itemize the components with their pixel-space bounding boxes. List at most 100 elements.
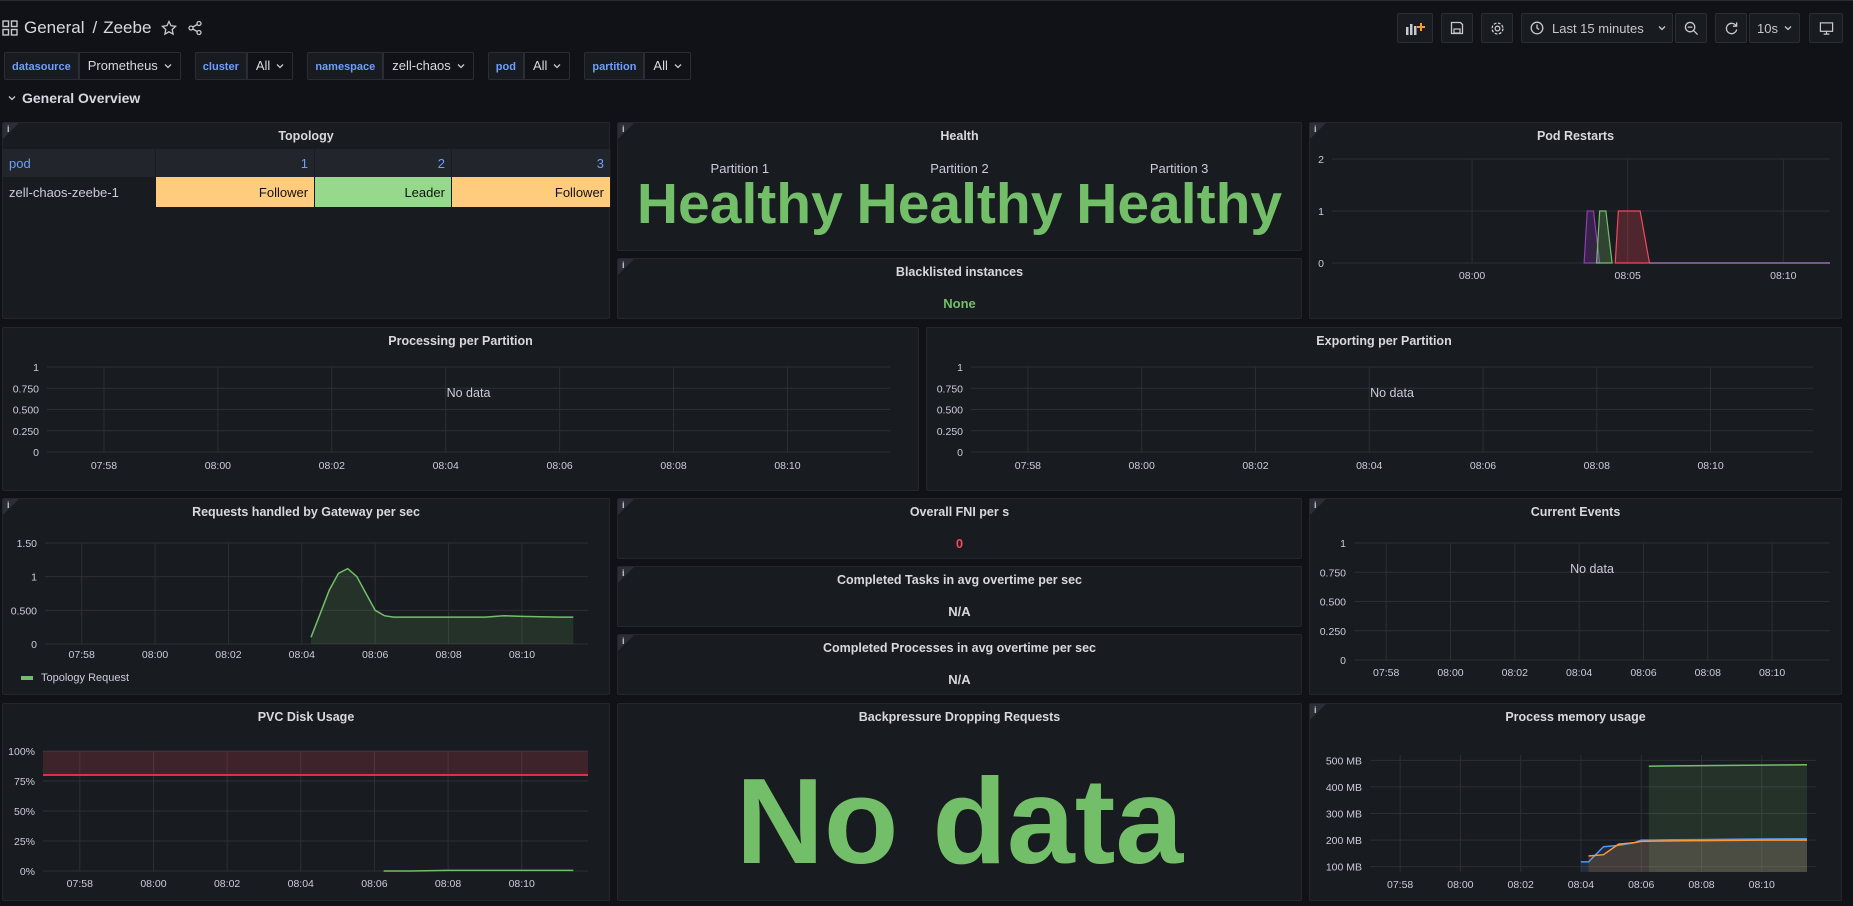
topology-table: pod 1 2 3 zell-chaos-zeebe-1 Follower Le… [3,149,612,207]
refresh-interval-picker[interactable]: 10s [1749,13,1800,43]
x-tick-label: 08:06 [1628,879,1654,891]
y-tick-label: 75% [14,776,35,788]
share-icon[interactable] [187,20,203,36]
y-tick-label: 0.250 [1320,626,1346,638]
zoom-out-button[interactable] [1675,13,1707,43]
series-area [1614,210,1651,264]
tv-mode-button[interactable] [1809,13,1843,43]
y-tick-label: 1 [33,362,39,374]
series-area [311,568,574,644]
panel-title[interactable]: Requests handled by Gateway per sec [3,505,609,519]
column-header[interactable]: pod [3,149,156,177]
x-tick-label: 08:02 [1242,460,1268,472]
breadcrumb-folder[interactable]: General [24,18,84,38]
x-tick-label: 08:00 [140,878,166,890]
column-header[interactable]: 1 [155,149,316,177]
completed-processes-value: N/A [948,672,971,687]
panel-health: i Health Partition 1 Healthy Partition 2… [617,122,1302,251]
process-memory-chart[interactable]: 100 MB 200 MB 300 MB 400 MB 500 MB 07:58 08:00… [1310,728,1841,900]
y-tick-label: 0% [20,866,35,878]
breadcrumb-separator: / [92,18,98,37]
x-tick-label: 08:04 [1566,667,1592,679]
chevron-down-icon [164,64,172,69]
variable-datasource-select[interactable]: Prometheus [78,52,181,80]
panel-title[interactable]: Process memory usage [1310,710,1841,724]
template-variables-bar: datasource Prometheus cluster All namesp… [0,51,705,81]
settings-button[interactable] [1481,13,1513,43]
x-tick-label: 08:00 [1129,460,1155,472]
panel-title[interactable]: Completed Tasks in avg overtime per sec [618,573,1301,587]
y-tick-label: 100 MB [1326,862,1362,874]
y-tick-label: 0 [1340,655,1346,667]
column-header[interactable]: 2 [314,149,452,177]
monitor-icon [1819,21,1833,35]
x-tick-label: 08:02 [319,460,345,472]
y-tick-label: 0 [31,639,37,651]
panel-title[interactable]: Backpressure Dropping Requests [618,710,1301,724]
current-events-chart[interactable]: 0 0.250 0.500 0.750 1 07:58 08:00 08:02 08:04 08:… [1310,523,1841,693]
panel-title[interactable]: Completed Processes in avg overtime per … [618,641,1301,655]
x-tick-label: 08:05 [1615,270,1641,282]
refresh-interval-label: 10s [1757,20,1778,36]
panel-title[interactable]: Health [618,129,1301,143]
x-tick-label: 08:00 [205,460,231,472]
panel-current-events: i Current Events 0 0.250 0.500 0.750 1 07:58 0… [1309,498,1842,695]
panel-title[interactable]: Blacklisted instances [618,265,1301,279]
add-panel-button[interactable] [1397,13,1433,43]
panel-processing: Processing per Partition 0 0.250 0.500 0.75… [2,327,919,491]
y-tick-label: 1 [1318,206,1324,218]
save-icon [1450,21,1464,35]
variable-cluster-value: All [255,58,271,73]
y-tick-label: 2 [1318,154,1324,166]
x-tick-label: 08:02 [1502,667,1528,679]
dashboards-grid-icon[interactable] [2,20,18,36]
partition-health-value: Healthy [856,172,1063,236]
variable-partition-value: All [653,58,668,73]
variable-cluster-select[interactable]: All [246,52,294,80]
panel-title[interactable]: Pod Restarts [1310,129,1841,143]
panel-title[interactable]: Exporting per Partition [927,334,1841,348]
x-tick-label: 08:10 [1749,879,1775,891]
panel-title[interactable]: Processing per Partition [3,334,918,348]
column-header[interactable]: 3 [451,149,612,177]
panel-title[interactable]: Overall FNI per s [618,505,1301,519]
panel-requests: i Requests handled by Gateway per sec 00… [2,498,610,695]
row-header[interactable]: General Overview [8,90,140,106]
refresh-icon [1725,21,1737,34]
x-tick-label: 07:58 [69,649,95,661]
panel-title[interactable]: Current Events [1310,505,1841,519]
variable-partition-select[interactable]: All [644,52,691,80]
star-icon[interactable] [161,20,178,36]
x-tick-label: 08:10 [1770,270,1796,282]
clock-icon [1530,21,1544,35]
variable-namespace-select[interactable]: zell-chaos [383,52,474,80]
pod-restarts-chart[interactable]: 0 1 2 08:00 08:05 08:10 [1310,149,1841,319]
pvc-disk-usage-chart[interactable]: 0% 25% 50% 75% 100% 07:58 08:00 08:02 08:04 08:06… [3,728,609,900]
panel-title[interactable]: PVC Disk Usage [3,710,609,724]
no-data-label: No data [447,386,491,400]
x-tick-label: 08:04 [288,878,314,890]
y-tick-label: 0.750 [937,383,963,395]
panel-pvc-disk-usage: PVC Disk Usage 0% 25% 50% 75% 100% 07:58 08:00… [2,703,610,901]
x-tick-label: 08:08 [435,649,461,661]
x-tick-label: 08:08 [1584,460,1610,472]
panel-title[interactable]: Topology [3,129,609,143]
series-line [383,869,574,872]
x-tick-label: 08:10 [774,460,800,472]
refresh-button[interactable] [1715,13,1747,43]
y-tick-label: 0 [1318,258,1324,270]
legend-label[interactable]: Topology Request [41,672,129,684]
panel-fni: i Overall FNI per s 0 [617,498,1302,559]
requests-chart[interactable]: 0 0.500 1 1.50 07:58 08:00 08:02 08:04 08:06 08:0… [3,523,609,665]
breadcrumb-dashboard[interactable]: Zeebe [103,18,151,38]
time-picker-button[interactable]: Last 15 minutes [1521,13,1673,43]
variable-pod-select[interactable]: All [523,52,571,80]
y-tick-label: 50% [14,806,35,818]
health-stat: Partition 2 Healthy [857,161,1063,233]
processing-chart[interactable]: 0 0.250 0.500 0.750 1 07:58 08:00 08:02 08:04 08:… [3,352,918,490]
save-dashboard-button[interactable] [1441,13,1473,43]
exporting-chart[interactable]: 0 0.250 0.500 0.750 1 07:58 08:00 08:02 08:04 08:… [927,352,1841,490]
variable-partition-label: partition [584,52,645,80]
add-panel-icon [1406,23,1425,35]
x-tick-label: 08:00 [1447,879,1473,891]
